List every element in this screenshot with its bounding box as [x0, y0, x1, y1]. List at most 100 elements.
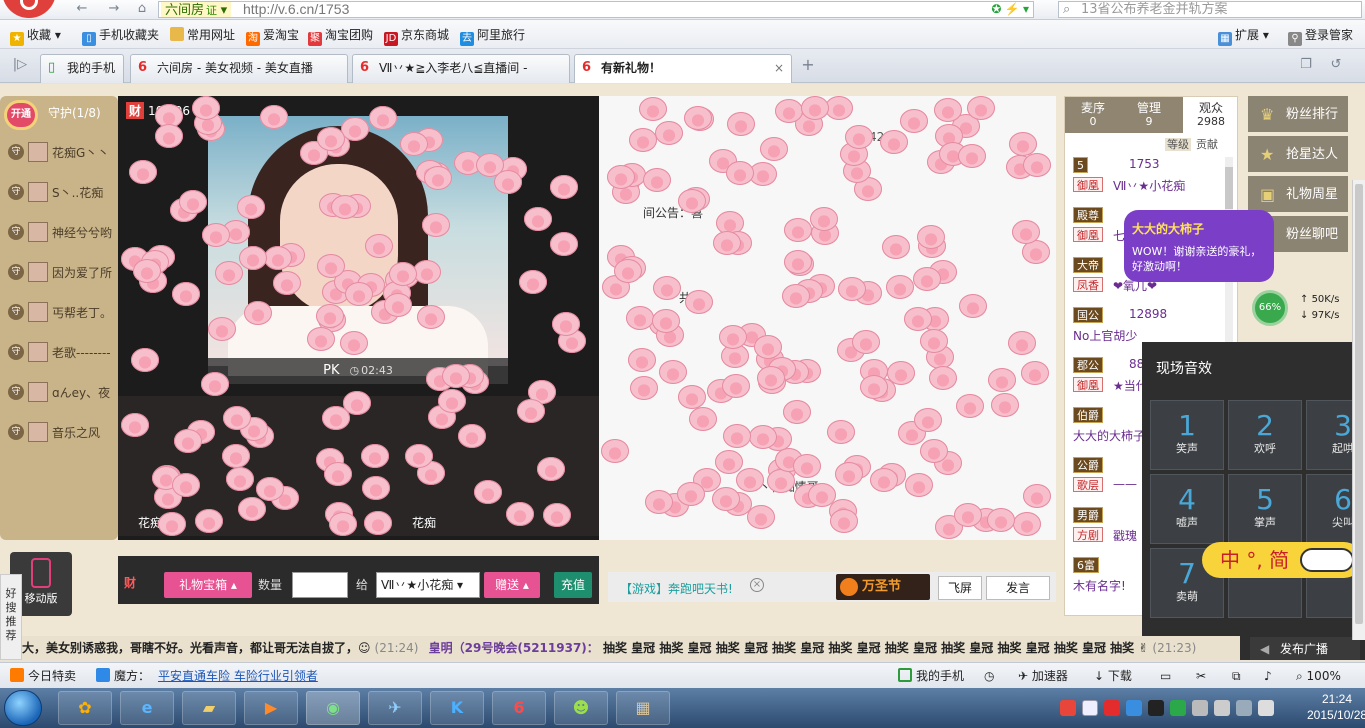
- page-scrollbar[interactable]: [1352, 180, 1365, 640]
- ad-link[interactable]: 平安直通车险 车险行业引领者: [158, 663, 318, 689]
- ie-icon[interactable]: e: [120, 691, 174, 725]
- fav-jd[interactable]: JD 京东商城: [384, 27, 449, 46]
- sort-level[interactable]: 等级: [1165, 138, 1191, 151]
- list-item[interactable]: 守丐帮老丁。: [0, 290, 118, 330]
- speak-button[interactable]: 发言: [986, 576, 1050, 600]
- sfx-key-laugh[interactable]: 1 笑声: [1150, 400, 1224, 470]
- publish-broadcast-button[interactable]: ◀ 发布广播: [1250, 637, 1360, 660]
- new-tab-icon[interactable]: +: [798, 57, 818, 74]
- tab-liujianfang[interactable]: 6 六间房 - 美女视频 - 美女直播: [130, 54, 348, 83]
- kugou-icon[interactable]: K: [430, 691, 484, 725]
- 360-browser-icon[interactable]: ◉: [306, 691, 360, 725]
- security-lightning-icon[interactable]: ✪ ⚡ ▾: [991, 2, 1029, 17]
- history-icon[interactable]: ◷: [984, 663, 994, 689]
- sidebar-toggle-icon[interactable]: |▷: [10, 57, 30, 74]
- dot-icon[interactable]: [1082, 700, 1098, 716]
- six-room-icon[interactable]: 6: [492, 691, 546, 725]
- kugou-tray-icon[interactable]: [1126, 700, 1142, 716]
- screenshot-icon[interactable]: ✂: [1196, 663, 1206, 689]
- fav-mobile[interactable]: ▯ 手机收藏夹: [82, 27, 159, 46]
- sogou-icon[interactable]: [1060, 700, 1076, 716]
- close-icon[interactable]: ×: [750, 578, 764, 592]
- qq-tray-icon[interactable]: [1148, 700, 1164, 716]
- tab-admins[interactable]: 管理 9: [1121, 97, 1177, 133]
- flag-tray-icon[interactable]: [1236, 700, 1252, 716]
- fly-screen-button[interactable]: 飞屏: [938, 576, 982, 600]
- six-tray-icon[interactable]: [1104, 700, 1120, 716]
- clock-time[interactable]: 21:24: [1322, 692, 1352, 706]
- frog-app-icon[interactable]: ☻: [554, 691, 608, 725]
- undo-icon[interactable]: ↺: [1326, 57, 1346, 74]
- fav-ali-travel[interactable]: 去阿里旅行: [460, 27, 525, 46]
- image-viewer-icon[interactable]: ▦: [616, 691, 670, 725]
- windows-start-icon[interactable]: [4, 690, 42, 726]
- list-item[interactable]: 守 S丶..花痴: [0, 170, 118, 210]
- download-button[interactable]: ↓ 下载: [1094, 663, 1132, 689]
- recipient-select[interactable]: Ⅶ丷★小花痴 ▾: [376, 572, 480, 598]
- volume-icon[interactable]: ♪: [1264, 663, 1272, 689]
- forward-arrow-icon[interactable]: →: [104, 1, 124, 18]
- login-manager-button[interactable]: ⚲ 登录管家: [1288, 27, 1353, 46]
- gift-week-star-button[interactable]: ▣ 礼物周星: [1248, 176, 1348, 214]
- sfx-key-applause[interactable]: 5 掌声: [1228, 474, 1302, 544]
- restore-tab-icon[interactable]: ❐: [1296, 57, 1316, 74]
- gift-box-button[interactable]: 礼物宝箱 ▴: [164, 572, 252, 598]
- list-item[interactable]: 守神经兮兮哟: [0, 210, 118, 250]
- ticker-user[interactable]: 皇明（29号晚会(5211937)：: [429, 641, 599, 655]
- sfx-key-cheer[interactable]: 2 欢呼: [1228, 400, 1302, 470]
- url-input[interactable]: 六间房证 ▾ http://v.6.cn/1753 ✪ ⚡ ▾: [158, 1, 1034, 18]
- search-input[interactable]: ⌕ 13省公布养老金并轨方案: [1058, 1, 1362, 18]
- my-phone-link[interactable]: 我的手机: [898, 663, 964, 689]
- good-search-recommend[interactable]: 好搜推荐: [0, 574, 22, 660]
- media-player-icon[interactable]: ▶: [244, 691, 298, 725]
- game-link[interactable]: 【游戏】奔跑吧天书!: [620, 580, 733, 597]
- close-icon[interactable]: ×: [774, 55, 784, 81]
- extensions-button[interactable]: ▦ 扩展 ▾: [1218, 27, 1269, 46]
- browser-logo-icon[interactable]: [2, 0, 56, 18]
- list-item[interactable]: 守因为爱了所: [0, 250, 118, 290]
- security-tray-icon[interactable]: [1170, 700, 1186, 716]
- tab-my-phone[interactable]: ▯ 我的手机: [40, 54, 124, 83]
- network-gauge[interactable]: 66% ↑ 50K/s ↓ 97K/s: [1252, 290, 1352, 326]
- network-tray-icon[interactable]: [1214, 700, 1230, 716]
- list-item[interactable]: 守花痴G丶丶: [0, 130, 118, 170]
- home-icon[interactable]: ⌂: [132, 1, 152, 18]
- today-sale-link[interactable]: 今日特卖: [10, 663, 76, 689]
- list-item[interactable]: 守老歌--------: [0, 330, 118, 370]
- bird-app-icon[interactable]: ✈: [368, 691, 422, 725]
- fans-rank-button[interactable]: ♛ 粉丝排行: [1248, 96, 1348, 134]
- restore-icon[interactable]: ⧉: [1232, 663, 1241, 689]
- list-item[interactable]: 守音乐之风: [0, 410, 118, 450]
- fav-common[interactable]: 常用网址: [170, 27, 235, 43]
- tab-mic-queue[interactable]: 麦序 0: [1065, 97, 1121, 133]
- recharge-button[interactable]: 充值: [554, 572, 592, 598]
- accelerator-button[interactable]: ✈ 加速器: [1018, 663, 1068, 689]
- usb-tray-icon[interactable]: [1192, 700, 1208, 716]
- qq-icon[interactable]: ✿: [58, 691, 112, 725]
- sort-contribution[interactable]: 贡献: [1194, 138, 1220, 151]
- explorer-folder-icon[interactable]: ▰: [182, 691, 236, 725]
- halloween-button[interactable]: 万圣节: [836, 574, 930, 600]
- star-grab-button[interactable]: ★ 抢星达人: [1248, 136, 1348, 174]
- open-guard-button[interactable]: 开通: [4, 100, 38, 130]
- sfx-key-boo[interactable]: 4 嘘声: [1150, 474, 1224, 544]
- send-gift-button[interactable]: 赠送 ▴: [484, 572, 540, 598]
- back-arrow-icon[interactable]: ←: [72, 1, 92, 18]
- ime-status-bar[interactable]: 中 °, 简: [1202, 542, 1362, 578]
- wealth-icon[interactable]: 财: [124, 574, 142, 594]
- video-player[interactable]: 财10,896 PK◷02:43 花痴G 花痴: [118, 96, 599, 540]
- fav-taobao-group[interactable]: 聚淘宝团购: [308, 27, 373, 46]
- tab-audience[interactable]: 观众 2988: [1183, 97, 1237, 133]
- tab-live-room[interactable]: 6 Ⅶ丷★≧入李老八≦直播间 -: [352, 54, 570, 83]
- volume-tray-icon[interactable]: [1258, 700, 1274, 716]
- zoom-level[interactable]: ⌕ 100%: [1296, 663, 1341, 689]
- list-item[interactable]: 5 1753 御凰 Ⅶ丷★小花痴: [1071, 157, 1221, 207]
- site-identity[interactable]: 六间房证 ▾: [161, 2, 232, 17]
- tab-new-gift[interactable]: 6 有新礼物！ ×: [574, 54, 792, 83]
- clock-date[interactable]: 2015/10/28: [1307, 708, 1365, 722]
- fav-aitaobao[interactable]: 淘爱淘宝: [246, 27, 299, 46]
- fav-collect[interactable]: ★ 收藏 ▾: [10, 27, 61, 46]
- list-item[interactable]: 守 ɑんey、夜: [0, 370, 118, 410]
- quantity-input[interactable]: [292, 572, 348, 598]
- window-icon[interactable]: ▭: [1160, 663, 1171, 689]
